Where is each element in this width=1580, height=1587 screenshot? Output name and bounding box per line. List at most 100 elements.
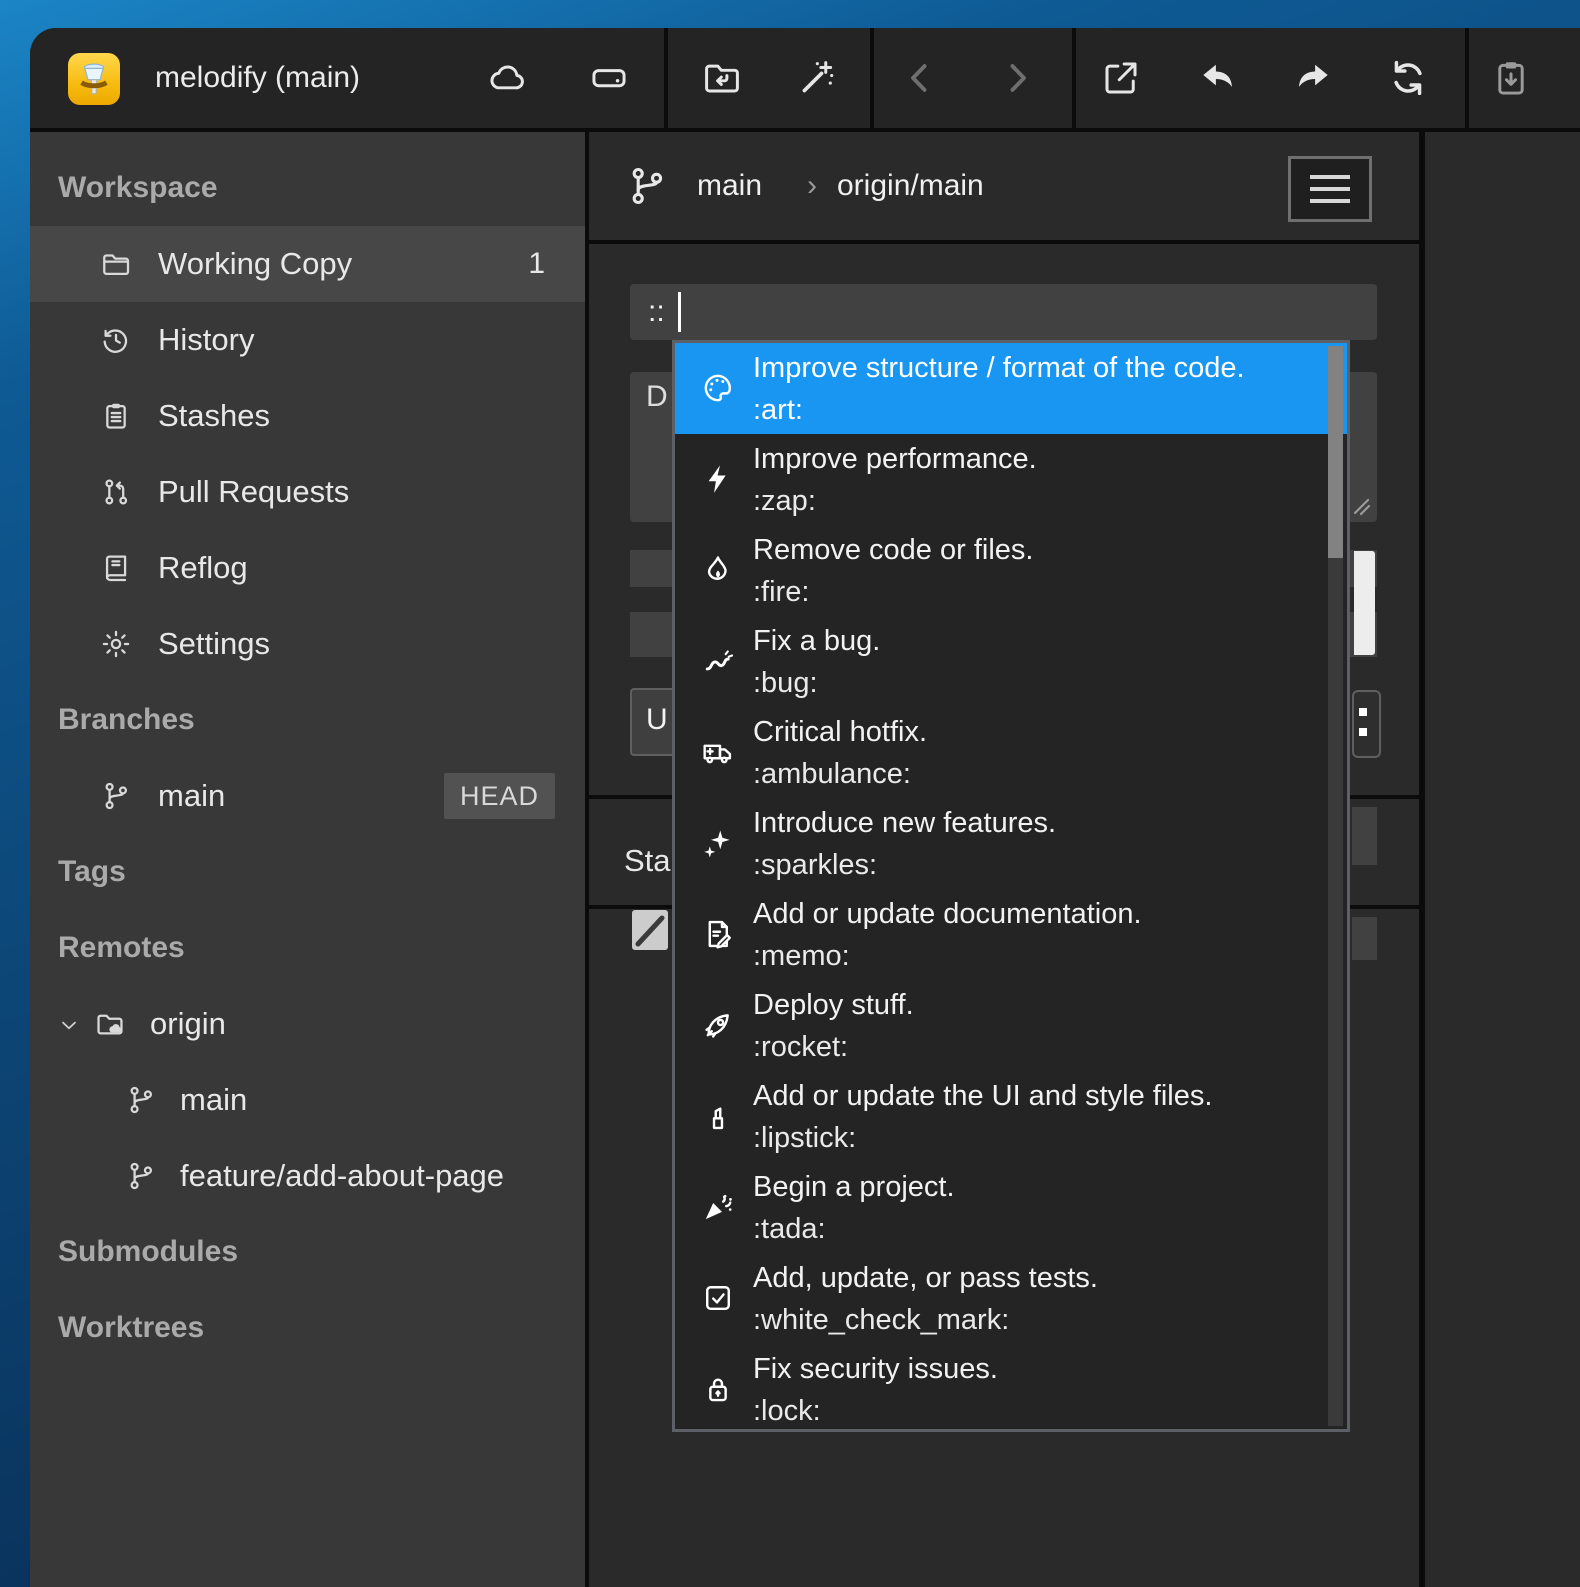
breadcrumb-branch[interactable]: main [697,156,762,216]
suggestion-title: Improve structure / format of the code. [753,347,1245,390]
suggestion-title: Add or update the UI and style files. [753,1075,1212,1118]
sidebar-item-label: main [158,758,225,834]
suggestion-code: :ambulance: [753,753,911,796]
pane-menu-button[interactable] [1288,156,1372,222]
suggestion-code: :lipstick: [753,1117,856,1160]
pull-button[interactable] [1190,50,1246,106]
sidebar-section-workspace[interactable]: Workspace [30,150,585,226]
suggestion-memo[interactable]: Add or update documentation.:memo: [675,889,1347,980]
suggestion-rocket[interactable]: Deploy stuff.:rocket: [675,980,1347,1071]
pull-request-icon [100,476,132,508]
sidebar-item-label: Pull Requests [158,454,349,530]
hidden-row-fragment [1352,917,1377,960]
suggestion-code: :zap: [753,480,816,523]
suggestion-title: Critical hotfix. [753,711,927,754]
fire-icon [701,553,735,587]
suggestion-title: Add, update, or pass tests. [753,1257,1098,1300]
zap-icon [701,462,735,496]
suggestion-white-check-mark[interactable]: Add, update, or pass tests.:white_check_… [675,1253,1347,1344]
suggestion-title: Improve performance. [753,438,1037,481]
head-badge: HEAD [444,773,555,819]
memo-icon [701,917,735,951]
ambulance-icon [701,735,735,769]
open-repository-button[interactable] [694,50,750,106]
suggestion-tada[interactable]: Begin a project.:tada: [675,1162,1347,1253]
folder-return-icon [701,57,743,99]
toolbar-divider [664,28,668,128]
suggestion-title: Fix a bug. [753,620,880,663]
sidebar-section-tags[interactable]: Tags [30,834,585,910]
sidebar-item-settings[interactable]: Settings [30,606,585,682]
suggestion-zap[interactable]: Improve performance.:zap: [675,434,1347,525]
hidden-button-fragment[interactable] [1352,690,1381,758]
header-divider [589,240,1419,244]
sidebar-item-label: main [180,1062,247,1138]
sidebar-section-submodules[interactable]: Submodules [30,1214,585,1290]
rocket-icon [701,1008,735,1042]
sidebar-section-branches[interactable]: Branches [30,682,585,758]
fetch-sync-button[interactable] [1380,50,1436,106]
suggestion-art[interactable]: Improve structure / format of the code.:… [675,343,1347,434]
local-drive-button[interactable] [581,50,637,106]
description-text: D [646,380,668,414]
hamburger-icon [1310,175,1350,179]
suggestion-title: Begin a project. [753,1166,955,1209]
hidden-toolbutton-fragment[interactable] [632,910,668,950]
gitmoji-suggestion-dropdown: Improve structure / format of the code.:… [672,340,1350,1432]
suggestion-sparkles[interactable]: Introduce new features.:sparkles: [675,798,1347,889]
commit-subject-value: :: [648,284,665,340]
wand-icon [796,57,838,99]
chevron-down-icon[interactable] [56,1012,82,1038]
sidebar-item-reflog[interactable]: Reflog [30,530,585,606]
suggestion-code: :lock: [753,1390,821,1433]
resize-grip-icon[interactable] [1352,497,1372,517]
toolbar: melodify (main) [30,28,1580,132]
cloud-button[interactable] [478,50,534,106]
window-title: melodify (main) [155,28,360,128]
sidebar-item-origin[interactable]: origin [30,986,585,1062]
suggestion-ambulance[interactable]: Critical hotfix.:ambulance: [675,707,1347,798]
suggestion-code: :sparkles: [753,844,877,887]
back-button[interactable] [892,50,948,106]
quick-actions-button[interactable] [789,50,845,106]
commit-subject-input[interactable]: :: [630,284,1377,340]
stash-apply-button[interactable] [1483,50,1539,106]
clipboard-down-icon [1490,57,1532,99]
forward-button[interactable] [989,50,1045,106]
suggestion-title: Deploy stuff. [753,984,914,1027]
suggestion-title: Introduce new features. [753,802,1056,845]
suggestion-lock[interactable]: Fix security issues.:lock: [675,1344,1347,1435]
suggestion-code: :art: [753,389,803,432]
sidebar-item-stashes[interactable]: Stashes [30,378,585,454]
sidebar-item-working-copy[interactable]: Working Copy1 [30,226,585,302]
sidebar-item-main[interactable]: main HEAD [30,758,585,834]
share-arrow-icon [1100,57,1142,99]
sync-icon [1387,57,1429,99]
suggestion-lipstick[interactable]: Add or update the UI and style files.:li… [675,1071,1347,1162]
gear-icon [100,628,132,660]
cloud-folder-icon [94,1008,126,1040]
sidebar-item-history[interactable]: History [30,302,585,378]
push-button[interactable] [1285,50,1341,106]
breadcrumb-upstream[interactable]: origin/main [837,156,984,216]
right-pane [1425,132,1580,1587]
sidebar-section-remotes[interactable]: Remotes [30,910,585,986]
checkout-button[interactable] [1093,50,1149,106]
breadcrumb-separator: › [807,156,817,216]
sidebar-item-pull-requests[interactable]: Pull Requests [30,454,585,530]
suggestion-bug[interactable]: Fix a bug.:bug: [675,616,1347,707]
suggestion-code: :white_check_mark: [753,1299,1009,1342]
sidebar-section-worktrees[interactable]: Worktrees [30,1290,585,1366]
palette-icon [701,371,735,405]
lipstick-icon [701,1099,735,1133]
sidebar-item-main[interactable]: main [30,1062,585,1138]
branch-icon [125,1084,157,1116]
sidebar-item-label: Reflog [158,530,248,606]
suggestion-title: Remove code or files. [753,529,1033,572]
suggestion-code: :tada: [753,1208,826,1251]
sidebar: WorkspaceWorking Copy1HistoryStashesPull… [30,132,585,1587]
scrollbar-thumb[interactable] [1328,346,1343,558]
drive-icon [588,57,630,99]
sidebar-item-feature-add-about-page[interactable]: feature/add-about-page [30,1138,585,1214]
suggestion-fire[interactable]: Remove code or files.:fire: [675,525,1347,616]
